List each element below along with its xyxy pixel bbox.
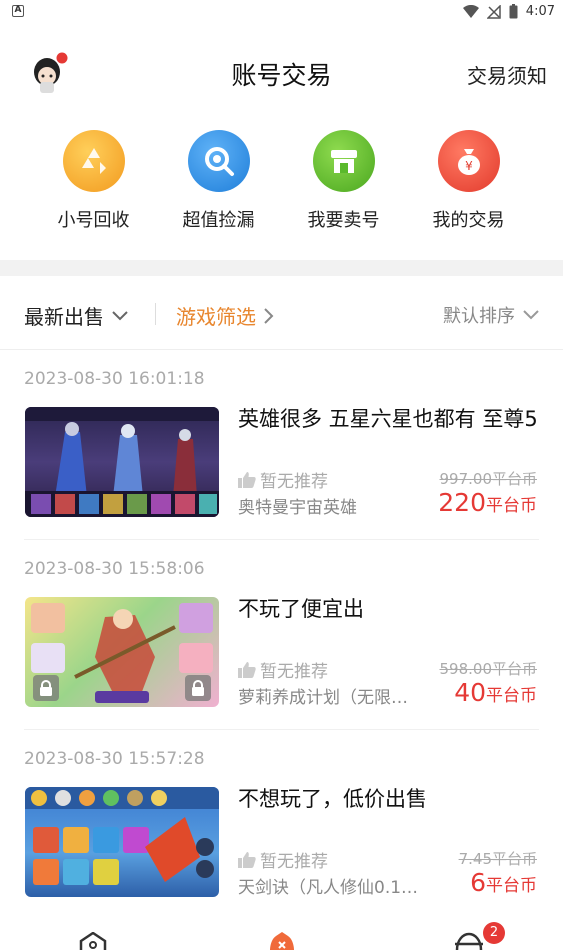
price-value: 6 bbox=[470, 868, 486, 897]
game-filter-button[interactable]: 游戏筛选 bbox=[176, 301, 274, 330]
chevron-right-icon bbox=[264, 307, 274, 324]
recycle-icon bbox=[62, 130, 125, 192]
latest-sale-dropdown[interactable]: 最新出售 bbox=[24, 301, 128, 330]
sale-price: 40 平台币 bbox=[454, 678, 537, 707]
section-divider bbox=[0, 260, 563, 276]
gift-tab-icon[interactable] bbox=[454, 932, 484, 950]
game-name: 天剑诀（凡人修仙0.1折… bbox=[238, 878, 423, 898]
lock-icon bbox=[33, 675, 59, 701]
listing-title: 不玩了便宜出 bbox=[238, 597, 364, 621]
sale-price: 6 平台币 bbox=[470, 868, 537, 897]
listing-title: 英雄很多 五星六星也都有 至尊5 bbox=[238, 407, 538, 431]
listing-time: 2023-08-30 15:57:28 bbox=[24, 749, 205, 769]
listing-title: 不想玩了，低价出售 bbox=[238, 787, 427, 811]
notification-icon: A bbox=[12, 5, 24, 17]
thumb-up-icon bbox=[238, 851, 256, 868]
price-value: 220 bbox=[438, 488, 486, 517]
sort-label: 默认排序 bbox=[443, 306, 515, 327]
listing-thumbnail bbox=[25, 407, 219, 517]
thumb-up-icon bbox=[238, 471, 256, 488]
shortcut-bargain[interactable]: 超值捡漏 bbox=[156, 130, 281, 232]
listing-time: 2023-08-30 15:58:06 bbox=[24, 559, 205, 579]
original-price: 997.00平台币 bbox=[439, 470, 538, 488]
price-unit: 平台币 bbox=[486, 496, 537, 516]
shortcut-label: 小号回收 bbox=[57, 210, 130, 231]
filter-bar: 最新出售 游戏筛选 默认排序 bbox=[0, 276, 563, 350]
filter-divider bbox=[155, 303, 156, 325]
app-header: 账号交易 交易须知 bbox=[0, 40, 563, 104]
original-price: 7.45平台币 bbox=[458, 850, 537, 868]
price-value: 40 bbox=[454, 678, 486, 707]
shortcut-label: 超值捡漏 bbox=[182, 210, 255, 231]
latest-sale-label: 最新出售 bbox=[24, 305, 104, 329]
recommend-label: 暂无推荐 bbox=[260, 472, 328, 492]
listing-time: 2023-08-30 16:01:18 bbox=[24, 369, 205, 389]
shortcut-sell[interactable]: 我要卖号 bbox=[281, 130, 406, 232]
listing-thumbnail bbox=[25, 787, 219, 897]
no-signal-icon bbox=[486, 4, 501, 19]
magnifier-icon bbox=[187, 130, 250, 192]
lock-icon bbox=[185, 675, 211, 701]
shortcut-label: 我的交易 bbox=[432, 210, 505, 231]
wifi-icon bbox=[462, 4, 479, 18]
money-bag-icon: ¥ bbox=[437, 130, 500, 192]
price-unit: 平台币 bbox=[486, 876, 537, 896]
listing-item[interactable]: 2023-08-30 15:57:28 不想玩了，低价出售 暂无推荐 7.45平… bbox=[0, 730, 563, 920]
recommend-tag: 暂无推荐 bbox=[238, 847, 328, 872]
recommend-label: 暂无推荐 bbox=[260, 852, 328, 872]
shortcut-recycle[interactable]: 小号回收 bbox=[31, 130, 156, 232]
game-name: 奥特曼宇宙英雄 bbox=[238, 498, 357, 518]
recommend-tag: 暂无推荐 bbox=[238, 657, 328, 682]
listing-thumbnail bbox=[25, 597, 219, 707]
recommend-label: 暂无推荐 bbox=[260, 662, 328, 682]
svg-text:¥: ¥ bbox=[465, 159, 473, 173]
trade-notice-link[interactable]: 交易须知 bbox=[467, 60, 547, 89]
thumb-up-icon bbox=[238, 661, 256, 678]
clock: 4:07 bbox=[525, 4, 555, 19]
notification-badge: 2 bbox=[483, 922, 505, 944]
original-price: 598.00平台币 bbox=[439, 660, 538, 678]
chevron-down-icon bbox=[523, 310, 539, 320]
sale-price: 220 平台币 bbox=[438, 488, 537, 517]
shortcut-label: 我要卖号 bbox=[307, 210, 380, 231]
shop-icon bbox=[312, 130, 375, 192]
battery-icon bbox=[509, 4, 518, 19]
trade-tab-icon[interactable] bbox=[266, 932, 298, 950]
sort-dropdown[interactable]: 默认排序 bbox=[443, 302, 539, 328]
listing-item[interactable]: 2023-08-30 16:01:18 英雄很多 五星六星也都有 至尊5 暂无推… bbox=[0, 350, 563, 540]
game-name: 萝莉养成计划（无限… bbox=[238, 688, 408, 708]
bottom-tab-bar: 2 bbox=[0, 922, 563, 950]
listing-item[interactable]: 2023-08-30 15:58:06 不玩了便宜出 暂无推荐 598.00平台… bbox=[0, 540, 563, 730]
game-filter-label: 游戏筛选 bbox=[176, 305, 256, 329]
shortcut-grid: 小号回收 超值捡漏 我要卖号 ¥ 我的交易 bbox=[0, 130, 563, 240]
price-unit: 平台币 bbox=[486, 686, 537, 706]
recommend-tag: 暂无推荐 bbox=[238, 467, 328, 492]
shortcut-my-trades[interactable]: ¥ 我的交易 bbox=[406, 130, 531, 232]
home-tab-icon[interactable] bbox=[78, 932, 108, 950]
chevron-down-icon bbox=[112, 310, 128, 320]
status-bar: A 4:07 bbox=[0, 0, 563, 24]
